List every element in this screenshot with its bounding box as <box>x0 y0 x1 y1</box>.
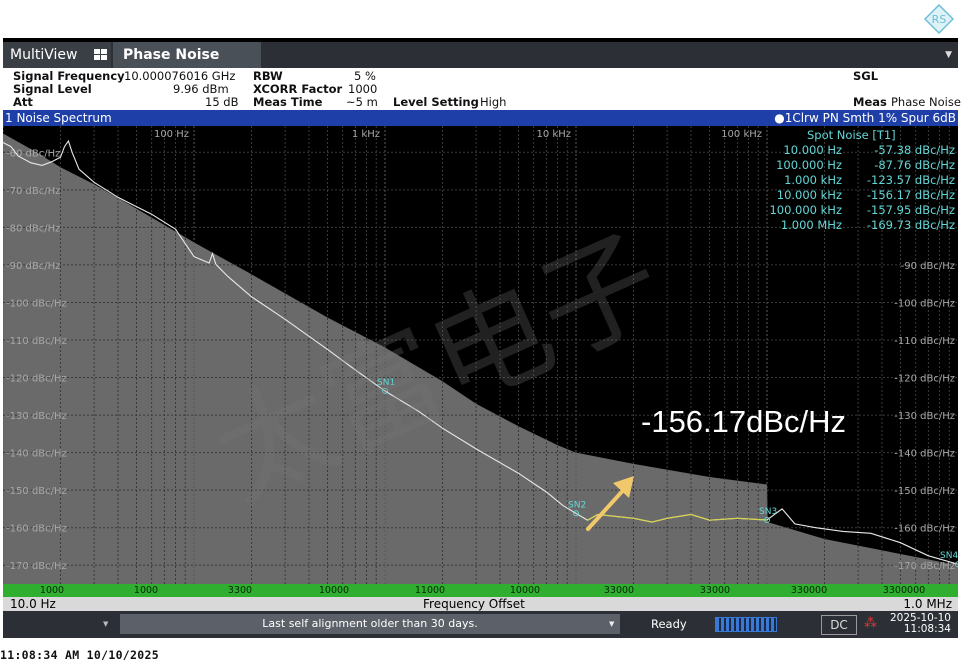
chevron-down-icon[interactable]: ▼ <box>103 614 108 634</box>
meas-time-value: ~5 m <box>346 95 378 109</box>
y-tick-label-left: -140 dBc/Hz <box>6 449 67 460</box>
sgl-indicator: SGL <box>853 69 879 83</box>
segment-label: 33000 <box>603 585 635 596</box>
trace-info: ●1Clrw PN Smth 1% Spur 6dB <box>774 111 956 125</box>
y-tick-label-left: -120 dBc/Hz <box>6 374 67 385</box>
spot-freq: 100.000 Hz <box>776 158 842 172</box>
y-tick-label-left: -110 dBc/Hz <box>6 336 67 347</box>
window-title: 1 Noise Spectrum <box>5 111 112 125</box>
y-tick-label-right: -160 dBc/Hz <box>894 524 955 535</box>
spot-noise-row: 100.000 kHz -157.95 dBc/Hz <box>755 203 955 218</box>
spot-value: -157.95 dBc/Hz <box>866 203 955 217</box>
status-bar: ▼ Last self alignment older than 30 days… <box>3 611 958 638</box>
analyzer-screen: MultiView Phase Noise ▼ Signal Frequency… <box>3 38 961 638</box>
status-message[interactable]: Last self alignment older than 30 days. <box>120 614 620 634</box>
y-tick-label-left: -130 dBc/Hz <box>6 411 67 422</box>
segment-label: 33000 <box>699 585 731 596</box>
spot-noise-row: 1.000 kHz -123.57 dBc/Hz <box>755 173 955 188</box>
y-tick-label-left: -170 dBc/Hz <box>6 561 67 572</box>
spot-marker-label: SN4 <box>940 551 958 561</box>
y-tick-label-right: -130 dBc/Hz <box>894 411 955 422</box>
segment-label: 330000 <box>790 585 828 596</box>
tab-phase-noise[interactable]: Phase Noise <box>113 42 261 68</box>
annotation-text: -156.17dBc/Hz <box>641 404 847 439</box>
screenshot-timestamp: 11:08:34 AM 10/10/2025 <box>0 648 159 662</box>
spot-noise-row: 1.000 MHz -169.73 dBc/Hz <box>755 218 955 233</box>
tab-multiview[interactable]: MultiView <box>3 42 111 68</box>
spot-value: -57.38 dBc/Hz <box>874 143 955 157</box>
att-value: 15 dB <box>205 95 239 109</box>
y-tick-label-left: -100 dBc/Hz <box>6 298 67 309</box>
level-setting-label: Level Setting <box>393 95 479 109</box>
segment-label: 1000 <box>133 585 159 596</box>
chevron-down-icon[interactable]: ▼ <box>609 614 614 634</box>
y-tick-label-right: -170 dBc/Hz <box>894 561 955 572</box>
spot-noise-row: 10.000 kHz -156.17 dBc/Hz <box>755 188 955 203</box>
segment-bar: 1000 1000 3300 10000 11000 10000 33000 3… <box>3 584 958 597</box>
spot-value: -87.76 dBc/Hz <box>874 158 955 172</box>
spot-value: -123.57 dBc/Hz <box>866 173 955 187</box>
y-tick-label-left: -60 dBc/Hz <box>6 148 60 159</box>
x-tick-label: 1 kHz <box>352 129 380 140</box>
rohde-schwarz-logo-icon: RS <box>924 4 954 34</box>
spot-value: -156.17 dBc/Hz <box>866 188 955 202</box>
stop-frequency: 1.0 MHz <box>903 597 952 611</box>
x-tick-label: 100 kHz <box>721 129 762 140</box>
y-tick-label-right: -100 dBc/Hz <box>894 298 955 309</box>
segment-label: 3300 <box>227 585 253 596</box>
measurement-info-panel: Signal Frequency 10.000076016 GHz Signal… <box>3 68 961 110</box>
y-tick-label-left: -80 dBc/Hz <box>6 223 60 234</box>
spot-value: -169.73 dBc/Hz <box>866 218 955 232</box>
tab-multiview-label: MultiView <box>10 47 78 63</box>
ready-indicator: Ready <box>651 617 687 631</box>
segment-label: 10000 <box>509 585 541 596</box>
noise-spectrum-plot[interactable]: -60 dBc/Hz -70 dBc/Hz -80 dBc/Hz -90 dBc/Hz… <box>3 126 958 584</box>
y-tick-label-left: -150 dBc/Hz <box>6 486 67 497</box>
spot-freq: 10.000 Hz <box>783 143 842 157</box>
spot-noise-row: 100.000 Hz -87.76 dBc/Hz <box>755 158 955 173</box>
y-tick-label-right: -90 dBc/Hz <box>901 261 955 272</box>
segment-label: 3300000 <box>882 585 926 596</box>
dropdown-arrow-icon[interactable]: ▼ <box>945 42 952 68</box>
y-tick-label-left: -90 dBc/Hz <box>6 261 60 272</box>
meas-value: Phase Noise <box>891 95 961 109</box>
y-tick-label-right: -110 dBc/Hz <box>894 336 955 347</box>
frequency-axis-bar: 10.0 Hz Frequency Offset 1.0 MHz <box>3 597 958 611</box>
y-tick-label-right: -140 dBc/Hz <box>894 449 955 460</box>
spot-freq: 100.000 kHz <box>769 203 842 217</box>
dc-coupling-button[interactable]: DC <box>821 615 857 635</box>
spot-noise-title: Spot Noise [T1] <box>807 128 896 142</box>
spot-noise-row: 10.000 Hz -57.38 dBc/Hz <box>755 143 955 158</box>
segment-label: 10000 <box>318 585 350 596</box>
y-tick-label-right: -150 dBc/Hz <box>894 486 955 497</box>
spot-freq: 10.000 kHz <box>776 188 842 202</box>
y-tick-label-right: -120 dBc/Hz <box>894 374 955 385</box>
y-tick-label-left: -160 dBc/Hz <box>6 524 67 535</box>
grid-icon <box>94 49 107 60</box>
x-tick-label: 10 kHz <box>537 129 571 140</box>
start-frequency: 10.0 Hz <box>10 597 56 611</box>
progress-bar <box>715 617 777 632</box>
tab-phase-noise-label: Phase Noise <box>123 47 220 63</box>
axis-title: Frequency Offset <box>423 597 525 611</box>
att-label: Att <box>13 95 33 109</box>
segment-label: 1000 <box>39 585 65 596</box>
segment-label: 11000 <box>414 585 446 596</box>
x-tick-label: 100 Hz <box>154 129 189 140</box>
meas-label: Meas <box>853 95 887 109</box>
status-time: 11:08:34 <box>903 623 951 635</box>
warning-icon[interactable]: ⁂ <box>864 617 877 631</box>
spot-freq: 1.000 MHz <box>780 218 842 232</box>
window-titlebar: MultiView Phase Noise ▼ <box>3 42 958 68</box>
svg-text:RS: RS <box>932 13 947 26</box>
spot-marker-label: SN3 <box>759 507 777 517</box>
window-header-noise-spectrum: 1 Noise Spectrum ●1Clrw PN Smth 1% Spur … <box>3 110 958 126</box>
spot-marker-label: SN2 <box>568 500 586 510</box>
y-tick-label-left: -70 dBc/Hz <box>6 186 60 197</box>
level-setting-value: High <box>480 95 507 109</box>
meas-time-label: Meas Time <box>253 95 323 109</box>
spot-freq: 1.000 kHz <box>784 173 842 187</box>
